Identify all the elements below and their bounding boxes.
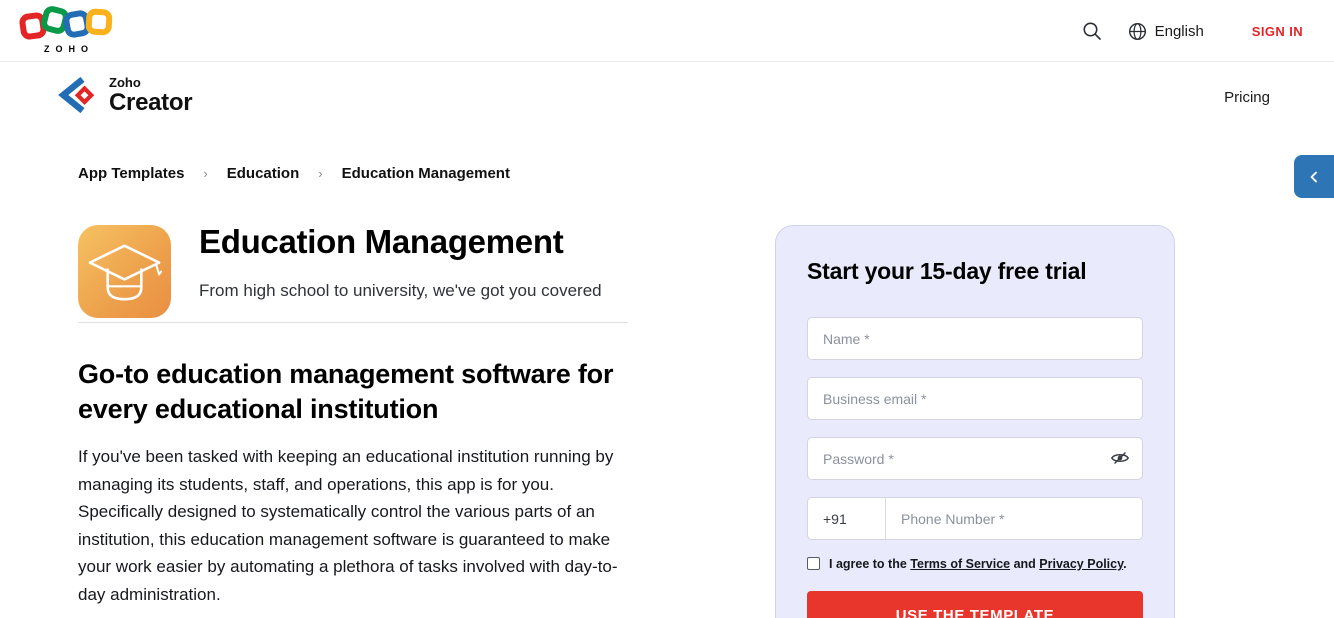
- phone-field: +91: [807, 497, 1143, 540]
- eye-off-icon: [1110, 449, 1130, 467]
- hero-section: Education Management From high school to…: [78, 225, 602, 318]
- and-connector: and: [1010, 557, 1039, 571]
- brand-zoho-text: Zoho: [109, 76, 192, 89]
- trial-form-panel: Start your 15-day free trial +91 I agree…: [775, 225, 1175, 618]
- breadcrumb-education[interactable]: Education: [227, 165, 300, 182]
- phone-number-input[interactable]: [886, 498, 1142, 539]
- language-label: English: [1155, 23, 1204, 40]
- sign-in-button[interactable]: SIGN IN: [1252, 24, 1303, 39]
- search-icon[interactable]: [1082, 21, 1102, 41]
- trial-form-title: Start your 15-day free trial: [807, 258, 1143, 285]
- country-code-selector[interactable]: +91: [808, 498, 886, 539]
- education-app-icon: [78, 225, 171, 318]
- privacy-policy-link[interactable]: Privacy Policy: [1039, 557, 1123, 571]
- language-selector[interactable]: English: [1128, 22, 1204, 41]
- brand-creator-text: Creator: [109, 91, 192, 115]
- globe-icon: [1128, 22, 1147, 41]
- creator-mark-icon: [55, 72, 99, 118]
- page-subtitle: From high school to university, we've go…: [199, 281, 602, 301]
- pricing-link[interactable]: Pricing: [1224, 89, 1270, 106]
- terms-checkbox[interactable]: [807, 557, 820, 570]
- breadcrumb-app-templates[interactable]: App Templates: [78, 165, 184, 182]
- use-template-button[interactable]: USE THE TEMPLATE: [807, 591, 1143, 618]
- side-panel-toggle[interactable]: [1294, 155, 1334, 198]
- zoho-logo[interactable]: ZOHO: [18, 7, 114, 55]
- name-input[interactable]: [807, 317, 1143, 360]
- section-heading: Go-to education management software for …: [78, 357, 643, 427]
- business-email-input[interactable]: [807, 377, 1143, 420]
- breadcrumb-education-management[interactable]: Education Management: [342, 165, 510, 182]
- page-title: Education Management: [199, 223, 602, 261]
- password-visibility-toggle[interactable]: [1110, 449, 1130, 469]
- terms-agreement-text: I agree to the Terms of Service and Priv…: [829, 556, 1127, 572]
- terms-of-service-link[interactable]: Terms of Service: [910, 557, 1010, 571]
- password-input[interactable]: [807, 437, 1143, 480]
- section-paragraph: If you've been tasked with keeping an ed…: [78, 443, 634, 608]
- chevron-right-icon: ›: [203, 166, 207, 181]
- top-navigation-bar: ZOHO English SIGN IN: [0, 0, 1334, 62]
- chevron-left-icon: [1306, 169, 1322, 185]
- graduation-cap-icon: [78, 225, 171, 318]
- sentence-end: .: [1123, 557, 1126, 571]
- chevron-right-icon: ›: [318, 166, 322, 181]
- divider: [78, 322, 628, 323]
- agree-prefix: I agree to the: [829, 557, 910, 571]
- breadcrumb: App Templates › Education › Education Ma…: [78, 165, 510, 182]
- zoho-creator-logo[interactable]: Zoho Creator: [55, 72, 192, 118]
- zoho-logo-icon: [18, 7, 114, 41]
- zoho-logo-word: ZOHO: [18, 44, 114, 54]
